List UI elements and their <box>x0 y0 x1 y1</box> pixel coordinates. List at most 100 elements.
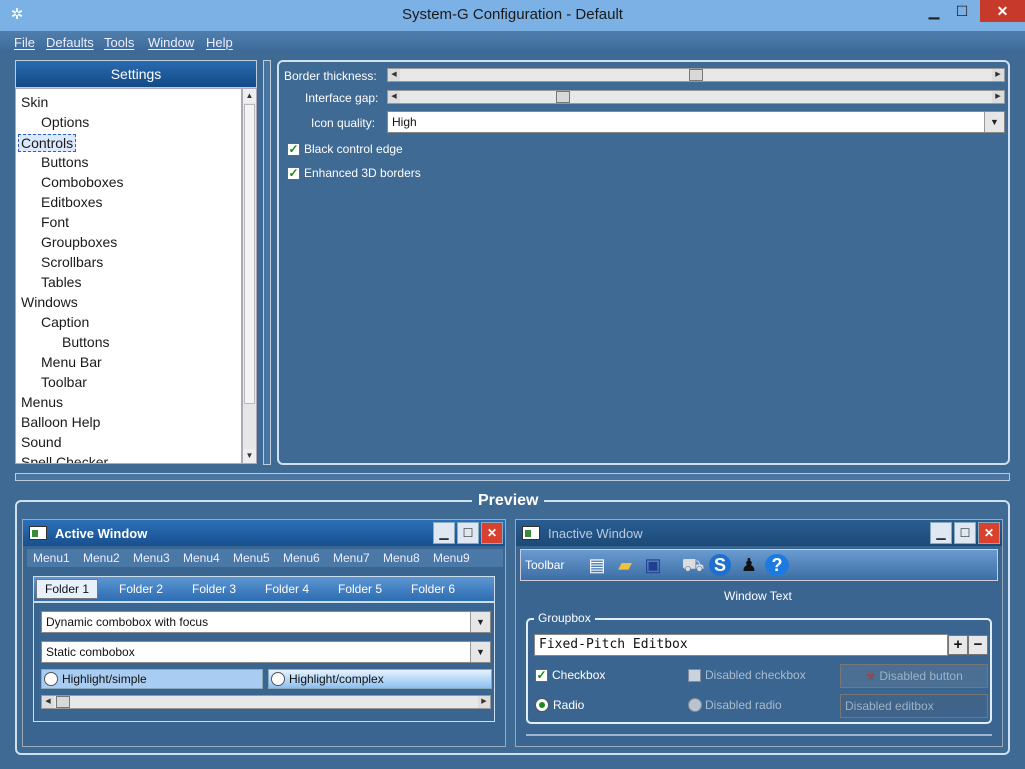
arrow-right-icon[interactable]: ▶ <box>478 696 490 708</box>
tree-item[interactable]: Scrollbars <box>41 254 103 270</box>
tree-item[interactable]: Buttons <box>62 334 109 350</box>
inactive-window-titlebar[interactable]: Inactive Window ▁ ☐ ✕ <box>516 520 1002 546</box>
menu-item[interactable]: Menu7 <box>333 551 370 565</box>
tab-folder-4[interactable]: Folder 4 <box>265 582 309 596</box>
active-window-titlebar[interactable]: Active Window ▁ ☐ ✕ <box>23 520 505 546</box>
new-document-icon[interactable]: ▤ <box>585 554 609 576</box>
preview-slider[interactable]: ◀ ▶ <box>41 695 491 709</box>
joystick-icon[interactable]: ♟ <box>737 554 761 576</box>
slider-thumb[interactable] <box>56 696 70 708</box>
minimize-icon[interactable]: ▁ <box>433 522 455 544</box>
menu-file[interactable]: File <box>14 35 35 50</box>
arrow-left-icon[interactable]: ◀ <box>388 91 400 103</box>
horizontal-splitter[interactable] <box>15 473 1010 481</box>
arrow-right-icon[interactable]: ▶ <box>992 69 1004 81</box>
chevron-down-icon[interactable]: ▼ <box>470 612 490 632</box>
tree-item[interactable]: Buttons <box>41 154 88 170</box>
tree-item[interactable]: Skin <box>21 94 48 110</box>
menu-item[interactable]: Menu5 <box>233 551 270 565</box>
help-icon[interactable]: ? <box>765 554 789 576</box>
menu-item[interactable]: Menu1 <box>33 551 70 565</box>
title-bar[interactable]: ✲ System-G Configuration - Default ▁ ☐ ✕ <box>0 0 1025 31</box>
radio-button[interactable] <box>44 672 58 686</box>
arrow-left-icon[interactable]: ◀ <box>388 69 400 81</box>
arrow-left-icon[interactable]: ◀ <box>42 696 54 708</box>
tree-item[interactable]: Comboboxes <box>41 174 124 190</box>
radio[interactable] <box>535 698 549 712</box>
radio-button[interactable] <box>271 672 285 686</box>
slider-thumb[interactable] <box>689 69 703 81</box>
tree-scrollbar[interactable]: ▲ ▼ <box>242 88 257 464</box>
s-logo-icon[interactable]: S <box>709 554 731 576</box>
static-combobox[interactable]: Static combobox ▼ <box>41 641 491 663</box>
tab-folder-6[interactable]: Folder 6 <box>411 582 455 596</box>
maximize-button[interactable]: ☐ <box>948 0 976 22</box>
toolbar: Toolbar ▤ ▰ ▣ ⛟ S ♟ ? <box>520 549 998 581</box>
minimize-button[interactable]: ▁ <box>920 0 948 22</box>
settings-header: Settings <box>15 60 257 88</box>
maximize-icon[interactable]: ☐ <box>457 522 479 544</box>
save-icon[interactable]: ▣ <box>641 554 665 576</box>
chevron-down-icon[interactable]: ▼ <box>470 642 490 662</box>
tree-item[interactable]: Tables <box>41 274 81 290</box>
tree-item[interactable]: Font <box>41 214 69 230</box>
tab-folder-3[interactable]: Folder 3 <box>192 582 236 596</box>
arrow-right-icon[interactable]: ▶ <box>992 91 1004 103</box>
scroll-thumb[interactable] <box>244 104 255 404</box>
checkbox[interactable]: ✓ <box>535 669 548 682</box>
menu-window[interactable]: Window <box>148 35 194 50</box>
close-icon[interactable]: ✕ <box>978 522 1000 544</box>
border-thickness-slider[interactable]: ◀ ▶ <box>387 68 1005 82</box>
scroll-down-icon[interactable]: ▼ <box>243 449 256 463</box>
disabled-checkbox-label: Disabled checkbox <box>705 668 806 682</box>
groupbox: Groupbox Fixed-Pitch Editbox + − ✓ Check… <box>526 611 992 724</box>
slider-thumb[interactable] <box>556 91 570 103</box>
minimize-icon[interactable]: ▁ <box>930 522 952 544</box>
tree-item[interactable]: Menu Bar <box>41 354 102 370</box>
menu-defaults[interactable]: Defaults <box>46 35 94 50</box>
plus-icon[interactable]: + <box>948 635 968 655</box>
shopping-cart-icon[interactable]: ⛟ <box>681 554 705 576</box>
chevron-down-icon[interactable]: ▼ <box>984 112 1004 132</box>
menu-tools[interactable]: Tools <box>104 35 134 50</box>
open-folder-icon[interactable]: ▰ <box>613 554 637 576</box>
tree-item[interactable]: Options <box>41 114 89 130</box>
menu-item[interactable]: Menu4 <box>183 551 220 565</box>
tab-folder-1[interactable]: Folder 1 <box>36 579 99 599</box>
tree-item[interactable]: Balloon Help <box>21 414 100 430</box>
menu-item[interactable]: Menu8 <box>383 551 420 565</box>
maximize-icon[interactable]: ☐ <box>954 522 976 544</box>
radio-highlight-simple[interactable]: Highlight/simple <box>41 669 263 689</box>
radio-highlight-complex[interactable]: Highlight/complex <box>268 669 492 689</box>
black-edge-checkbox[interactable]: ✓ <box>287 143 300 156</box>
tree-item[interactable]: Sound <box>21 434 61 450</box>
menu-item[interactable]: Menu6 <box>283 551 320 565</box>
close-icon[interactable]: ✕ <box>481 522 503 544</box>
tab-folder-5[interactable]: Folder 5 <box>338 582 382 596</box>
tree-item[interactable]: Controls <box>18 134 77 152</box>
close-button[interactable]: ✕ <box>980 0 1025 22</box>
icon-quality-select[interactable]: High ▼ <box>387 111 1005 133</box>
disabled-button: ☣ Disabled button <box>840 664 988 688</box>
tree-item[interactable]: Menus <box>21 394 63 410</box>
tree-item[interactable]: Caption <box>41 314 89 330</box>
interface-gap-slider[interactable]: ◀ ▶ <box>387 90 1005 104</box>
tab-folder-2[interactable]: Folder 2 <box>119 582 163 596</box>
settings-tree[interactable]: Skin Options Controls Buttons Comboboxes Edit… <box>15 88 242 464</box>
tree-item[interactable]: Groupboxes <box>41 234 117 250</box>
tree-item[interactable]: Editboxes <box>41 194 102 210</box>
menu-item[interactable]: Menu2 <box>83 551 120 565</box>
enhanced-3d-checkbox[interactable]: ✓ <box>287 167 300 180</box>
menu-item[interactable]: Menu9 <box>433 551 470 565</box>
menu-item[interactable]: Menu3 <box>133 551 170 565</box>
tree-item[interactable]: Toolbar <box>41 374 87 390</box>
scroll-up-icon[interactable]: ▲ <box>243 89 256 103</box>
vertical-splitter[interactable] <box>263 60 271 465</box>
tree-item[interactable]: Spell Checker <box>21 454 108 463</box>
menu-help[interactable]: Help <box>206 35 233 50</box>
minus-icon[interactable]: − <box>968 635 988 655</box>
fixed-pitch-editbox[interactable]: Fixed-Pitch Editbox <box>534 634 948 656</box>
disabled-button-label: Disabled button <box>879 669 963 683</box>
dynamic-combobox[interactable]: Dynamic combobox with focus ▼ <box>41 611 491 633</box>
tree-item[interactable]: Windows <box>21 294 78 310</box>
